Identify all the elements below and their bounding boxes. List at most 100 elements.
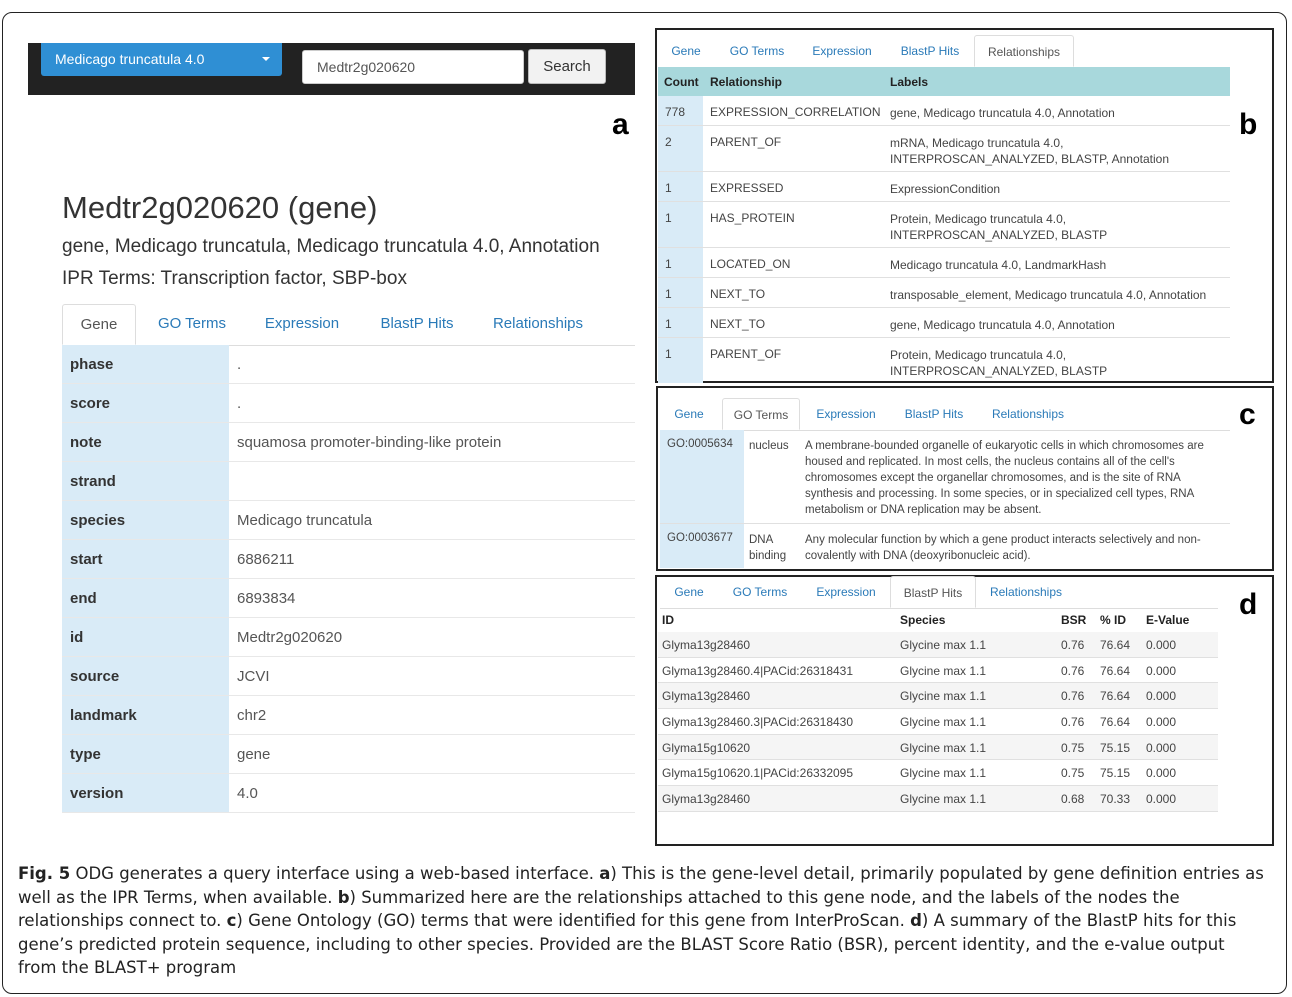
column-header: Relationship <box>710 75 783 89</box>
table-row: GO:0005634 nucleus A membrane-bounded orga… <box>660 430 1230 524</box>
field-value: Medtr2g020620 <box>229 617 635 657</box>
tab-bar: Gene GO Terms Expression BlastP Hits Rel… <box>660 576 1218 609</box>
gene-labels: gene, Medicago truncatula, Medicago trun… <box>62 236 600 257</box>
species-cell: Glycine max 1.1 <box>900 689 987 704</box>
evalue-cell: 0.000 <box>1146 766 1177 781</box>
table-row: note squamosa promoter-binding-like prote… <box>62 422 635 462</box>
species-cell: Glycine max 1.1 <box>900 766 987 781</box>
table-row: phase. <box>62 345 635 384</box>
relationship-cell: HAS_PROTEIN <box>710 211 795 225</box>
labels-cell: gene, Medicago truncatula 4.0, Annotatio… <box>890 318 1115 332</box>
hit-id-cell: Glyma13g28460.4|PACid:26318431 <box>662 663 854 678</box>
count-cell: 1 <box>665 257 672 271</box>
table-row: Glyma13g28460.3|PACid:26318430 Glycine ma… <box>658 709 1218 735</box>
table-row: id Medtr2g020620 <box>62 617 635 657</box>
field-value: squamosa promoter-binding-like protein <box>229 422 635 462</box>
blastp-table: Glyma13g28460 Glycine max 1.1 0.76 76.64 0.0… <box>658 632 1218 812</box>
tab-gene[interactable]: Gene <box>658 35 714 67</box>
tab-relationships[interactable]: Relationships <box>482 304 594 345</box>
search-button[interactable]: Search <box>528 49 606 84</box>
hit-id-cell: Glyma13g28460 <box>662 689 751 704</box>
panel-letter-b: b <box>1239 108 1258 141</box>
table-row: 1 HAS_PROTEIN Protein, Medicago truncatula… <box>658 202 1230 248</box>
tab-expression[interactable]: Expression <box>802 35 882 67</box>
search-input[interactable]: Medtr2g020620 <box>302 50 524 84</box>
tab-expression[interactable]: Expression <box>806 576 886 608</box>
hit-id-cell: Glyma13g28460 <box>662 638 751 652</box>
bsr-cell: 0.68 <box>1061 792 1085 807</box>
labels-cell: gene, Medicago truncatula 4.0, Annotatio… <box>890 106 1115 120</box>
relationship-cell: PARENT_OF <box>710 135 782 149</box>
field-key: score <box>62 383 229 423</box>
count-cell: 2 <box>665 135 672 149</box>
tab-blastp-hits[interactable]: BlastP Hits <box>890 35 970 67</box>
pid-cell: 75.15 <box>1100 740 1131 755</box>
field-key: id <box>62 617 229 657</box>
table-row: GO:0003677 DNA binding Any molecular funct… <box>660 524 1230 568</box>
tab-go-terms[interactable]: GO Terms <box>724 576 796 608</box>
field-value <box>229 461 635 501</box>
field-key: source <box>62 656 229 696</box>
table-row: version 4.0 <box>62 773 635 813</box>
tab-relationships[interactable]: Relationships <box>982 576 1070 608</box>
table-row: 1 NEXT_TO gene, Medicago truncatula 4.0, A… <box>658 308 1230 338</box>
relationship-cell: LOCATED_ON <box>710 257 791 271</box>
go-id-cell: GO:0005634 <box>667 438 733 450</box>
tab-relationships[interactable]: Relationships <box>974 35 1074 67</box>
evalue-cell: 0.000 <box>1146 689 1177 704</box>
table-row: start 6886211 <box>62 539 635 579</box>
tab-go-terms[interactable]: GO Terms <box>146 304 238 345</box>
field-key: type <box>62 734 229 774</box>
relationships-table: 778 EXPRESSION_CORRELATION gene, Medicago … <box>658 96 1230 383</box>
table-header: Count Relationship Labels <box>658 67 1230 96</box>
species-cell: Glycine max 1.1 <box>900 638 987 652</box>
tab-expression[interactable]: Expression <box>252 304 352 345</box>
tab-gene[interactable]: Gene <box>664 398 714 430</box>
evalue-cell: 0.000 <box>1146 638 1177 652</box>
column-header: BSR <box>1061 613 1087 627</box>
count-cell: 1 <box>665 317 672 331</box>
caption-fig-label: Fig. 5 <box>18 864 71 883</box>
tab-go-terms[interactable]: GO Terms <box>720 35 794 67</box>
table-row: Glyma15g10620 Glycine max 1.1 0.75 75.15 0.0… <box>658 734 1218 761</box>
table-row: 1 PARENT_OF Protein, Medicago truncatula 4… <box>658 338 1230 383</box>
table-row: Glyma13g28460 Glycine max 1.1 0.76 76.64 0.0… <box>658 683 1218 710</box>
panel-letter-a: a <box>612 108 629 141</box>
bsr-cell: 0.75 <box>1061 740 1085 755</box>
relationship-cell: PARENT_OF <box>710 347 782 361</box>
panel-letter-d: d <box>1239 588 1258 621</box>
evalue-cell: 0.000 <box>1146 792 1177 807</box>
caption-label-c: c <box>226 911 237 930</box>
table-row: 1 LOCATED_ON Medicago truncatula 4.0, Land… <box>658 248 1230 278</box>
tab-blastp-hits[interactable]: BlastP Hits <box>890 576 976 608</box>
pid-cell: 76.64 <box>1100 689 1131 704</box>
column-header: Count <box>664 75 699 89</box>
tab-relationships[interactable]: Relationships <box>982 398 1074 430</box>
count-cell: 1 <box>665 181 672 195</box>
count-cell: 778 <box>665 105 686 119</box>
table-header: ID Species BSR % ID E-Value <box>658 608 1218 633</box>
table-row: Glyma13g28460 Glycine max 1.1 0.76 76.64 0.0… <box>658 632 1218 658</box>
tab-gene[interactable]: Gene <box>664 576 714 608</box>
field-key: species <box>62 500 229 540</box>
field-key: landmark <box>62 695 229 735</box>
pid-cell: 76.64 <box>1100 638 1131 652</box>
column-header: Labels <box>890 75 929 89</box>
table-row: species Medicago truncatula <box>62 500 635 540</box>
species-dropdown[interactable]: Medicago truncatula 4.0 <box>41 43 282 76</box>
field-value: 4.0 <box>229 773 635 813</box>
tab-blastp-hits[interactable]: BlastP Hits <box>367 304 467 345</box>
field-key: note <box>62 422 229 462</box>
table-row: type gene <box>62 734 635 774</box>
tab-bar: Gene GO Terms Expression BlastP Hits Rel… <box>62 304 635 346</box>
species-cell: Glycine max 1.1 <box>900 740 987 755</box>
field-value: gene <box>229 734 635 774</box>
tab-gene[interactable]: Gene <box>62 304 136 345</box>
tab-expression[interactable]: Expression <box>806 398 886 430</box>
tab-go-terms[interactable]: GO Terms <box>722 398 800 430</box>
go-id-cell: GO:0003677 <box>667 532 733 544</box>
tab-blastp-hits[interactable]: BlastP Hits <box>894 398 974 430</box>
relationship-cell: EXPRESSED <box>710 181 784 195</box>
field-key: strand <box>62 461 229 501</box>
go-definition-cell: A membrane-bounded organelle of eukaryot… <box>805 440 1204 516</box>
